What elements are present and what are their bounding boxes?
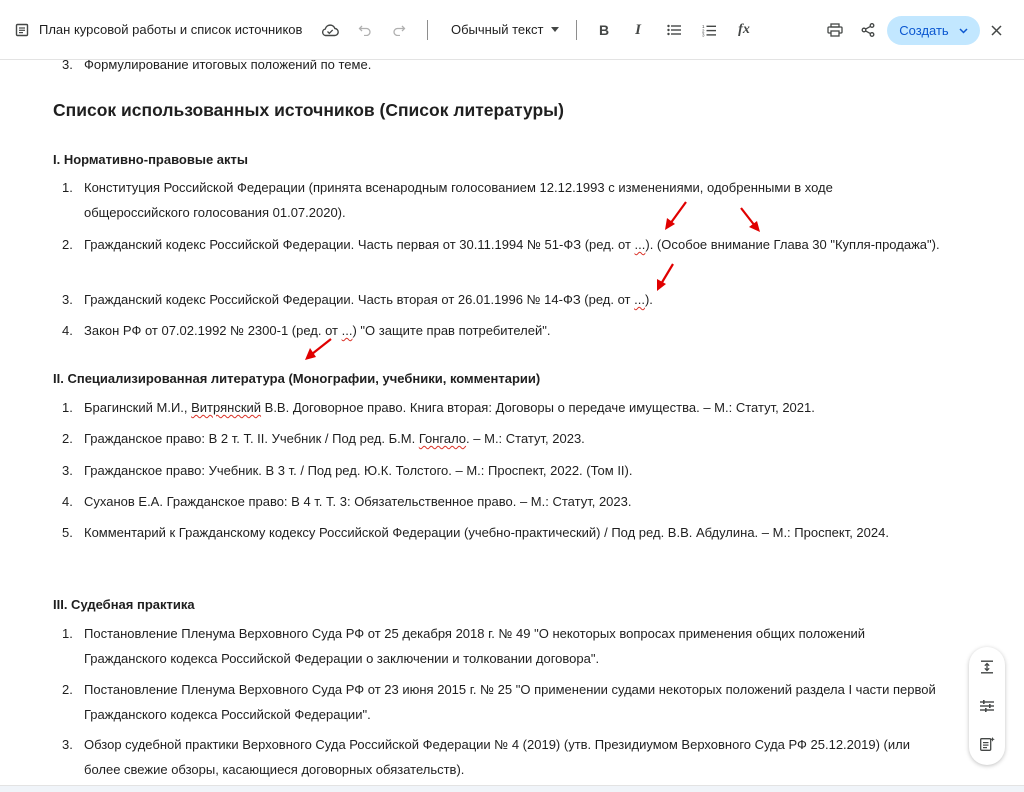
list-number: 2. xyxy=(62,431,73,446)
undo-icon[interactable] xyxy=(353,18,377,42)
text-run: . – М.: Статут, 2023. xyxy=(466,431,585,446)
list-number: 3. xyxy=(62,737,73,752)
list-text: Гражданский кодекс Российской Федерации.… xyxy=(84,232,942,257)
list-text: Обзор судебной практики Верховного Суда … xyxy=(84,737,910,777)
spellcheck-word[interactable]: ... xyxy=(342,323,353,338)
list-text: Гражданский кодекс Российской Федерации.… xyxy=(84,287,942,312)
toolbar-divider xyxy=(427,20,428,40)
document-body[interactable]: 3. Формулирование итоговых положений по … xyxy=(0,60,1024,791)
redo-icon[interactable] xyxy=(387,18,411,42)
spellcheck-word[interactable]: ... xyxy=(635,237,646,252)
cloud-saved-icon[interactable] xyxy=(318,18,342,42)
text-run: ) "О защите прав потребителей". xyxy=(352,323,551,338)
document-title[interactable]: План курсовой работы и список источников xyxy=(39,22,302,37)
list-text: Конституция Российской Федерации (принят… xyxy=(84,180,833,220)
caret-down-icon xyxy=(551,27,560,32)
subsection-heading: I. Нормативно-правовые акты xyxy=(53,152,249,167)
list-number: 3. xyxy=(62,60,73,72)
text-run: Гражданское право: В 2 т. Т. II. Учебник… xyxy=(84,431,419,446)
list-number: 4. xyxy=(62,494,73,509)
toolbar-divider xyxy=(576,20,577,40)
text-run: ). xyxy=(644,292,653,307)
chevron-down-icon xyxy=(959,27,968,34)
toolbar: План курсовой работы и список источников… xyxy=(0,0,1024,60)
text-run: ). (Особое внимание Глава 30 "Купля-прод… xyxy=(645,237,940,252)
text-run: В.В. Договорное право. Книга вторая: Дог… xyxy=(261,400,815,415)
spellcheck-word[interactable]: ... xyxy=(634,292,645,307)
side-tools-panel xyxy=(969,647,1005,765)
list-number: 5. xyxy=(62,525,73,540)
print-icon[interactable] xyxy=(823,18,847,42)
spellcheck-word[interactable]: Гонгало xyxy=(419,431,466,446)
spellcheck-word[interactable]: Витрянский xyxy=(191,400,261,415)
expand-icon[interactable] xyxy=(978,658,996,676)
text-run: Гражданский кодекс Российской Федерации.… xyxy=(84,292,635,307)
annotation-arrow-icon xyxy=(665,201,687,230)
list-text: Постановление Пленума Верховного Суда РФ… xyxy=(84,626,866,666)
svg-text:3: 3 xyxy=(702,32,705,36)
list-number: 4. xyxy=(62,323,73,338)
paragraph-style-select[interactable]: Обычный текст xyxy=(451,22,560,37)
list-number: 1. xyxy=(62,400,73,415)
text-run: Брагинский М.И., xyxy=(84,400,192,415)
annotation-arrow-icon xyxy=(740,207,760,232)
list-number: 3. xyxy=(62,292,73,307)
list-number: 1. xyxy=(62,626,73,641)
paragraph-style-label: Обычный текст xyxy=(451,22,544,37)
subsection-heading: II. Специализированная литература (Моног… xyxy=(53,371,541,386)
list-number: 1. xyxy=(62,180,73,195)
share-icon[interactable] xyxy=(856,18,880,42)
function-icon[interactable]: fx xyxy=(732,18,756,42)
list-text: Комментарий к Гражданскому кодексу Росси… xyxy=(84,525,889,540)
list-text: Закон РФ от 07.02.1992 № 2300-1 (ред. от… xyxy=(84,318,942,343)
ai-summary-icon[interactable] xyxy=(978,735,996,753)
document-icon xyxy=(15,23,29,37)
annotation-arrow-icon xyxy=(305,338,332,360)
list-text: Формулирование итоговых положений по тем… xyxy=(84,60,372,72)
subsection-heading: III. Судебная практика xyxy=(53,597,195,612)
bold-icon[interactable]: B xyxy=(592,18,616,42)
list-text: Постановление Пленума Верховного Суда РФ… xyxy=(84,682,936,722)
list-text: Гражданское право: Учебник. В 3 т. / Под… xyxy=(84,463,633,478)
list-number: 2. xyxy=(62,237,73,252)
create-button[interactable]: Создать xyxy=(887,16,980,45)
close-icon[interactable] xyxy=(984,18,1008,42)
list-text: Гражданское право: В 2 т. Т. II. Учебник… xyxy=(84,426,942,451)
italic-icon[interactable]: I xyxy=(626,18,650,42)
text-run: Гражданский кодекс Российской Федерации.… xyxy=(84,237,635,252)
numbered-list-icon[interactable]: 123 xyxy=(697,18,721,42)
list-text: Брагинский М.И., Витрянский В.В. Договор… xyxy=(84,395,942,420)
annotation-arrow-icon xyxy=(657,263,674,291)
list-number: 2. xyxy=(62,682,73,697)
list-number: 3. xyxy=(62,463,73,478)
bulleted-list-icon[interactable] xyxy=(662,18,686,42)
tune-settings-icon[interactable] xyxy=(978,697,996,715)
list-text: Суханов Е.А. Гражданское право: В 4 т. Т… xyxy=(84,494,632,509)
create-button-label: Создать xyxy=(899,23,949,38)
section-heading: Список использованных источников (Список… xyxy=(53,100,564,120)
